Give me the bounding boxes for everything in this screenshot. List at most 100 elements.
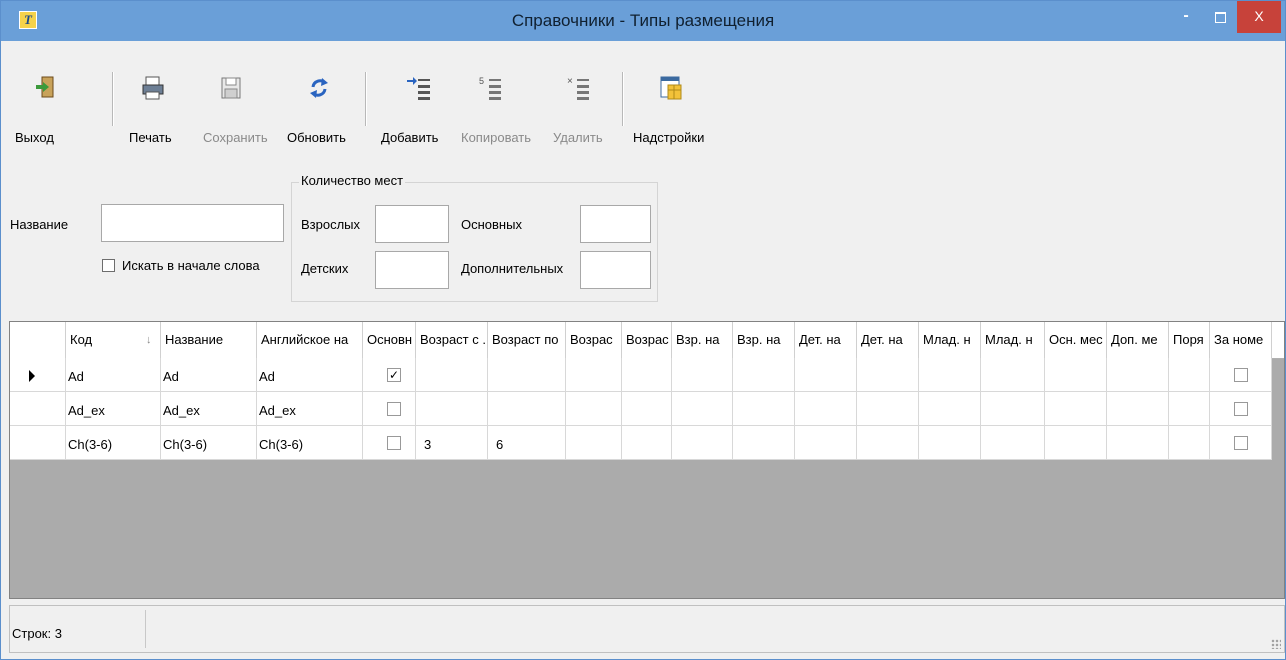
column-header-infant-1[interactable]: Млад. н (919, 322, 981, 358)
cell-age-to[interactable] (488, 358, 566, 392)
row-header[interactable] (10, 426, 66, 460)
search-start-checkbox[interactable] (102, 259, 115, 272)
cell[interactable] (795, 426, 857, 460)
table-row[interactable]: Ch(3-6) Ch(3-6) Ch(3-6) 3 6 (10, 426, 1272, 460)
cell[interactable] (1107, 358, 1169, 392)
refresh-button[interactable]: Обновить (285, 45, 355, 155)
column-header-child-1[interactable]: Дет. на (795, 322, 857, 358)
cell[interactable] (1169, 392, 1210, 426)
column-header-age-3[interactable]: Возрас (566, 322, 622, 358)
save-button[interactable]: Сохранить (199, 45, 269, 155)
cell-name[interactable]: Ad_ex (161, 392, 257, 426)
cell[interactable] (622, 392, 672, 426)
cell[interactable] (981, 426, 1045, 460)
main-checkbox[interactable]: ✓ (387, 368, 401, 382)
cell[interactable] (733, 392, 795, 426)
cell[interactable] (1107, 426, 1169, 460)
column-header-per-room[interactable]: За номе (1210, 322, 1272, 358)
table-row[interactable]: Ad Ad Ad ✓ (10, 358, 1272, 392)
cell-english[interactable]: Ch(3-6) (257, 426, 363, 460)
cell[interactable] (981, 392, 1045, 426)
cell[interactable] (1107, 392, 1169, 426)
cell-code[interactable]: Ad (66, 358, 161, 392)
cell[interactable] (672, 358, 733, 392)
cell[interactable] (919, 426, 981, 460)
maximize-button[interactable] (1199, 1, 1241, 33)
cell-main[interactable] (363, 426, 416, 460)
row-header[interactable] (10, 392, 66, 426)
cell-main[interactable] (363, 392, 416, 426)
table-row[interactable]: Ad_ex Ad_ex Ad_ex (10, 392, 1272, 426)
cell[interactable] (795, 392, 857, 426)
per-room-checkbox[interactable] (1234, 402, 1248, 416)
cell-age-to[interactable] (488, 392, 566, 426)
cell-per-room[interactable] (1210, 392, 1272, 426)
cell[interactable] (622, 426, 672, 460)
name-filter-input[interactable] (101, 204, 284, 242)
column-header-order[interactable]: Поря (1169, 322, 1210, 358)
cell[interactable] (857, 358, 919, 392)
data-grid[interactable]: Код ↓ Название Английское на Основн Возр… (9, 321, 1285, 599)
resize-grip-icon[interactable] (1271, 639, 1281, 649)
cell[interactable] (733, 358, 795, 392)
cell[interactable] (919, 392, 981, 426)
cell[interactable] (1169, 358, 1210, 392)
cell-age-from[interactable] (416, 358, 488, 392)
cell[interactable] (795, 358, 857, 392)
cell-code[interactable]: Ch(3-6) (66, 426, 161, 460)
column-header-infant-2[interactable]: Млад. н (981, 322, 1045, 358)
main-places-input[interactable] (580, 205, 651, 243)
cell[interactable] (1045, 358, 1107, 392)
cell[interactable] (981, 358, 1045, 392)
adults-input[interactable] (375, 205, 449, 243)
cell[interactable] (672, 426, 733, 460)
cell-english[interactable]: Ad_ex (257, 392, 363, 426)
print-button[interactable]: Печать (129, 45, 189, 155)
title-bar[interactable]: T Справочники - Типы размещения - X (1, 1, 1285, 41)
cell[interactable] (566, 392, 622, 426)
main-checkbox[interactable] (387, 402, 401, 416)
extra-places-input[interactable] (580, 251, 651, 289)
exit-button[interactable]: Выход (9, 45, 69, 155)
column-header-adult-2[interactable]: Взр. на (733, 322, 795, 358)
cell[interactable] (672, 392, 733, 426)
cell[interactable] (857, 392, 919, 426)
cell-main[interactable]: ✓ (363, 358, 416, 392)
column-header-extra-places[interactable]: Доп. ме (1107, 322, 1169, 358)
cell[interactable] (1045, 426, 1107, 460)
column-header-english[interactable]: Английское на (257, 322, 363, 358)
cell-per-room[interactable] (1210, 426, 1272, 460)
cell-age-from[interactable] (416, 392, 488, 426)
column-header-age-from[interactable]: Возраст с . (416, 322, 488, 358)
row-header[interactable] (10, 358, 66, 392)
cell[interactable] (622, 358, 672, 392)
cell[interactable] (919, 358, 981, 392)
column-header-code[interactable]: Код ↓ (66, 322, 161, 358)
column-header-adult-1[interactable]: Взр. на (672, 322, 733, 358)
cell[interactable] (733, 426, 795, 460)
column-header-main-places[interactable]: Осн. мес (1045, 322, 1107, 358)
settings-button[interactable]: Надстройки (633, 45, 713, 155)
cell-age-to[interactable]: 6 (488, 426, 566, 460)
cell-code[interactable]: Ad_ex (66, 392, 161, 426)
column-header-child-2[interactable]: Дет. на (857, 322, 919, 358)
main-checkbox[interactable] (387, 436, 401, 450)
column-header-age-4[interactable]: Возрас (622, 322, 672, 358)
cell-name[interactable]: Ad (161, 358, 257, 392)
children-input[interactable] (375, 251, 449, 289)
copy-button[interactable]: 5 Копировать (457, 45, 537, 155)
cell-per-room[interactable] (1210, 358, 1272, 392)
column-header-age-to[interactable]: Возраст по (488, 322, 566, 358)
cell[interactable] (566, 426, 622, 460)
column-header-name[interactable]: Название (161, 322, 257, 358)
cell[interactable] (857, 426, 919, 460)
per-room-checkbox[interactable] (1234, 368, 1248, 382)
cell-age-from[interactable]: 3 (416, 426, 488, 460)
cell[interactable] (1045, 392, 1107, 426)
cell[interactable] (1169, 426, 1210, 460)
close-button[interactable]: X (1237, 1, 1281, 33)
cell-name[interactable]: Ch(3-6) (161, 426, 257, 460)
cell-english[interactable]: Ad (257, 358, 363, 392)
column-header-main[interactable]: Основн (363, 322, 416, 358)
add-button[interactable]: Добавить (377, 45, 438, 155)
